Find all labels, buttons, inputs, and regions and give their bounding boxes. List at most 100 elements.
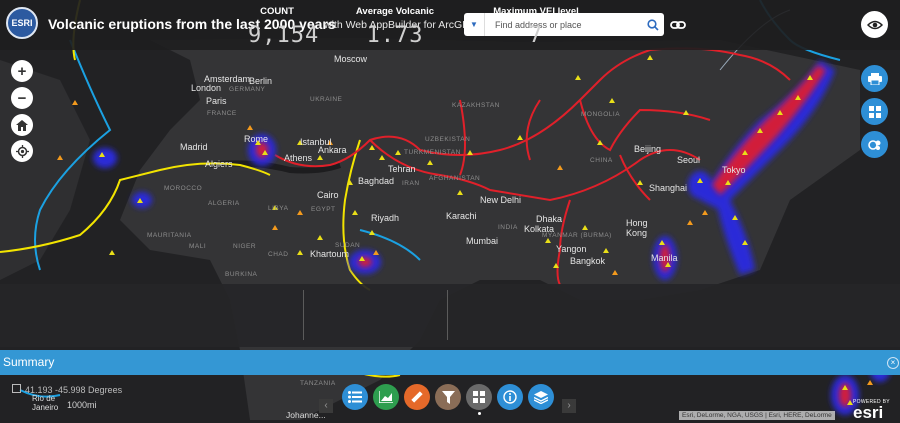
- svg-text:MAURITANIA: MAURITANIA: [147, 232, 192, 239]
- toolbar-next-arrow[interactable]: ›: [562, 399, 576, 413]
- app-header: ESRI Volcanic eruptions from the last 20…: [0, 0, 900, 50]
- svg-text:Riyadh: Riyadh: [371, 213, 399, 223]
- svg-text:ALGERIA: ALGERIA: [208, 200, 240, 207]
- basemap-gallery-button[interactable]: [861, 98, 888, 125]
- divider: [447, 290, 448, 340]
- svg-text:IRAN: IRAN: [402, 180, 420, 187]
- app-logo: ESRI: [6, 7, 38, 39]
- stat-caption: COUNT: [260, 6, 294, 17]
- svg-text:Seoul: Seoul: [677, 155, 700, 165]
- filter-icon: [441, 390, 455, 404]
- svg-text:Madrid: Madrid: [180, 142, 208, 152]
- coordinate-readout: 41.193 -45.998 Degrees: [12, 384, 122, 395]
- svg-text:AFGHANISTAN: AFGHANISTAN: [429, 175, 480, 182]
- stat-caption: Average Volcanic: [355, 6, 435, 17]
- svg-text:Paris: Paris: [206, 96, 227, 106]
- svg-text:CHINA: CHINA: [590, 157, 613, 164]
- search-icon[interactable]: [642, 13, 664, 36]
- svg-text:GERMANY: GERMANY: [229, 86, 266, 93]
- zoom-in-button[interactable]: +: [11, 60, 33, 82]
- stat-caption: Maximum VEI level: [493, 6, 579, 17]
- statistics-panel: [0, 284, 900, 347]
- toolbar-prev-arrow[interactable]: ‹: [319, 399, 333, 413]
- svg-text:CHAD: CHAD: [268, 251, 288, 258]
- svg-text:Cairo: Cairo: [317, 190, 339, 200]
- svg-text:Baghdad: Baghdad: [358, 176, 394, 186]
- widget-grid-icon: [473, 391, 485, 403]
- stat-value: 1.73: [366, 23, 424, 48]
- svg-text:Tehran: Tehran: [388, 164, 416, 174]
- home-button[interactable]: [11, 114, 33, 136]
- svg-text:Berlin: Berlin: [249, 76, 272, 86]
- chart-button[interactable]: [373, 384, 399, 410]
- print-icon: [867, 72, 882, 85]
- svg-text:Dhaka: Dhaka: [536, 214, 562, 224]
- stat-value: 9,154: [248, 23, 320, 48]
- layer-list-icon: [534, 390, 548, 404]
- widget-grid-button[interactable]: [466, 384, 492, 410]
- svg-text:Beijing: Beijing: [634, 144, 661, 154]
- active-indicator: [478, 412, 481, 415]
- svg-text:UZBEKISTAN: UZBEKISTAN: [425, 136, 470, 143]
- svg-text:Khartoum: Khartoum: [310, 249, 349, 259]
- svg-text:EGYPT: EGYPT: [311, 206, 336, 213]
- divider: [303, 290, 304, 340]
- svg-text:Shanghai: Shanghai: [649, 183, 687, 193]
- svg-text:London: London: [191, 83, 221, 93]
- summary-bar[interactable]: Summary ×: [0, 350, 900, 375]
- about-icon: [503, 390, 517, 404]
- measure-button[interactable]: [404, 384, 430, 410]
- summary-title: Summary: [3, 355, 55, 369]
- svg-text:MYANMAR (BURMA): MYANMAR (BURMA): [542, 232, 612, 239]
- stat-average: Average Volcanic 1.73: [345, 6, 445, 48]
- svg-text:UKRAINE: UKRAINE: [310, 96, 343, 103]
- svg-text:Kong: Kong: [626, 228, 647, 238]
- svg-text:FRANCE: FRANCE: [207, 110, 237, 117]
- svg-text:Rome: Rome: [244, 134, 268, 144]
- svg-text:Karachi: Karachi: [446, 211, 477, 221]
- stat-max-vei: Maximum VEI level 7: [486, 6, 586, 48]
- svg-text:Ankara: Ankara: [318, 145, 347, 155]
- layer-list-button[interactable]: [528, 384, 554, 410]
- svg-text:Athens: Athens: [284, 153, 313, 163]
- svg-text:Hong: Hong: [626, 218, 648, 228]
- svg-text:Mumbai: Mumbai: [466, 236, 498, 246]
- print-button[interactable]: [861, 65, 888, 92]
- stat-count: COUNT 9,154: [248, 6, 320, 48]
- svg-text:Moscow: Moscow: [334, 54, 368, 64]
- scale-bar: 1000mi: [67, 400, 97, 410]
- eye-icon[interactable]: [861, 11, 888, 38]
- svg-text:SUDAN: SUDAN: [335, 242, 360, 249]
- svg-text:MONGOLIA: MONGOLIA: [581, 111, 620, 118]
- about-button[interactable]: [497, 384, 523, 410]
- close-icon[interactable]: ×: [887, 357, 899, 369]
- scale-label: 1000mi: [67, 400, 97, 410]
- layer-settings-button[interactable]: [861, 131, 888, 158]
- svg-text:TANZANIA: TANZANIA: [300, 380, 336, 387]
- svg-text:KAZAKHSTAN: KAZAKHSTAN: [452, 102, 500, 109]
- locate-button[interactable]: [11, 140, 33, 162]
- legend-icon: [348, 391, 362, 403]
- home-icon: [16, 119, 28, 131]
- filter-button[interactable]: [435, 384, 461, 410]
- cursor-icon: [12, 384, 21, 393]
- svg-text:Algiers: Algiers: [205, 159, 233, 169]
- stat-value: 7: [528, 23, 544, 48]
- measure-icon: [411, 391, 423, 403]
- zoom-out-button[interactable]: −: [11, 87, 33, 109]
- svg-text:TURKMENISTAN: TURKMENISTAN: [404, 149, 461, 156]
- esri-logo[interactable]: POWERED BY esri: [853, 399, 890, 421]
- link-icon[interactable]: [668, 17, 688, 33]
- svg-text:Yangon: Yangon: [556, 244, 586, 254]
- svg-text:New Delhi: New Delhi: [480, 195, 521, 205]
- caret-down-icon[interactable]: ▼: [464, 13, 485, 36]
- legend-button[interactable]: [342, 384, 368, 410]
- svg-text:NIGER: NIGER: [233, 243, 256, 250]
- svg-text:LIBYA: LIBYA: [268, 205, 289, 212]
- layer-settings-icon: [867, 139, 880, 150]
- svg-text:Manila: Manila: [651, 253, 678, 263]
- basemap-gallery-icon: [868, 105, 881, 118]
- locate-icon: [15, 144, 29, 158]
- svg-text:Tokyo: Tokyo: [722, 165, 746, 175]
- city-label-rio: Rio de Janeiro: [32, 394, 59, 412]
